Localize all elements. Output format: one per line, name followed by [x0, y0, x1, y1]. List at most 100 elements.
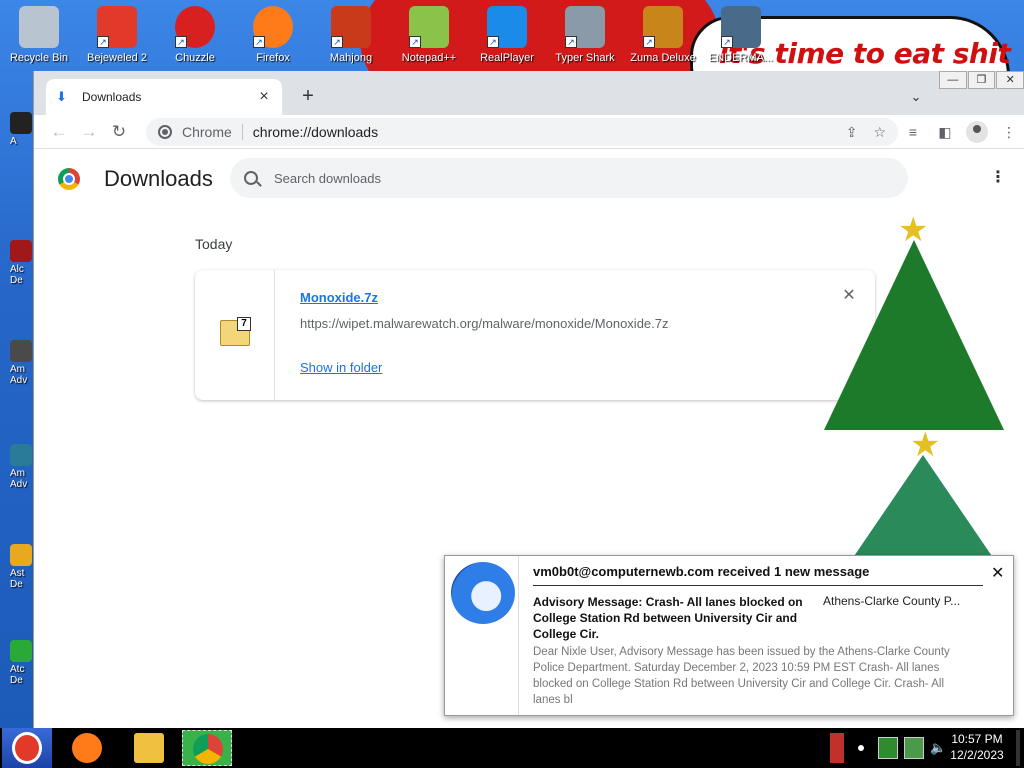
desktop-icon-firefox[interactable]: ↗ Firefox [234, 6, 312, 64]
app-icon [10, 240, 32, 262]
forward-arrow-icon[interactable]: → [74, 118, 104, 146]
christmas-tree-decoration: ★ [824, 211, 1004, 430]
tab-downloads[interactable]: ⬇ Downloads × [46, 79, 282, 115]
desktop-left-icon-1[interactable]: A [10, 112, 34, 160]
desktop-left-icon-2[interactable]: Alc De [10, 240, 34, 288]
realplayer-icon: ↗ [487, 6, 527, 48]
search-input[interactable] [274, 170, 854, 186]
notification-header: vm0b0t@computernewb.com received 1 new m… [533, 564, 870, 579]
desktop-icon-zuma-deluxe[interactable]: ↗ Zuma Deluxe [624, 6, 702, 64]
side-panel-icon[interactable]: ◧ [934, 121, 956, 143]
taskbar: 🔈 10:57 PM 12/2/2023 [0, 728, 1024, 768]
download-filename-link[interactable]: Monoxide.7z [300, 290, 378, 305]
toolbar: ← → ↻ Chrome chrome://downloads ⇪ ☆ ≡ ◧ … [34, 115, 1024, 149]
7z-badge: 7 [237, 317, 251, 331]
desktop-left-icon-6[interactable]: Atc De [10, 640, 34, 688]
new-tab-button[interactable]: + [296, 85, 320, 109]
reading-list-icon[interactable]: ≡ [902, 121, 924, 143]
notification-body: Dear Nixle User, Advisory Message has be… [533, 646, 950, 706]
christmas-tree-decoration-2: ★ [848, 426, 998, 565]
share-icon[interactable]: ⇪ [846, 124, 858, 141]
tab-search-chevron-down-icon[interactable]: ⌄ [904, 85, 928, 109]
app-icon [10, 640, 32, 662]
taskbar-firefox[interactable] [62, 730, 112, 766]
address-bar[interactable]: Chrome chrome://downloads ⇪ ☆ [146, 118, 898, 146]
reload-icon[interactable]: ↻ [104, 118, 134, 146]
enderman-icon: ↗ [721, 6, 761, 48]
desktop-icon-enderman[interactable]: ↗ ENDERMA... [702, 6, 780, 64]
back-arrow-icon[interactable]: ← [44, 118, 74, 146]
star-icon: ★ [910, 426, 941, 464]
show-desktop-button[interactable] [1016, 730, 1020, 766]
desktop-icon-recycle-bin[interactable]: Recycle Bin [0, 6, 78, 64]
firefox-icon [72, 733, 102, 763]
chrome-icon [193, 734, 223, 764]
zuma-deluxe-icon: ↗ [643, 6, 683, 48]
firefox-icon: ↗ [253, 6, 293, 48]
search-icon [244, 171, 258, 185]
desktop-left-icon-5[interactable]: Ast De [10, 544, 34, 592]
tray-indicator [830, 733, 844, 763]
menu-kebab-icon[interactable]: ⋮ [998, 121, 1020, 143]
desktop-left-icon-3[interactable]: Am Adv [10, 340, 34, 388]
minimize-button[interactable]: — [939, 71, 967, 89]
app-icon [10, 544, 32, 566]
notification-close-icon[interactable]: ✕ [991, 563, 1004, 583]
start-button[interactable] [2, 728, 52, 768]
profile-avatar-icon[interactable] [966, 121, 988, 143]
archive-file-icon: 7 [220, 317, 251, 346]
toolbar-right: ≡ ◧ ⋮ [902, 118, 1020, 146]
tab-title: Downloads [82, 90, 142, 104]
maximize-button[interactable]: ❐ [967, 71, 996, 89]
clock-date: 12/2/2023 [950, 748, 1004, 762]
star-icon: ★ [898, 211, 929, 249]
omnibox-url: chrome://downloads [252, 124, 379, 140]
desktop-icon-realplayer[interactable]: ↗ RealPlayer [468, 6, 546, 64]
app-icon [10, 444, 32, 466]
desktop-left-icon-4[interactable]: Am Adv [10, 444, 34, 492]
thunderbird-icon [451, 562, 515, 624]
notification-subject: Advisory Message: Crash- All lanes block… [533, 595, 803, 641]
page-menu-kebab-icon[interactable]: ⋮ [990, 168, 1006, 188]
bookmark-star-icon[interactable]: ☆ [873, 124, 886, 141]
close-window-button[interactable]: ✕ [996, 71, 1024, 89]
tab-close-icon[interactable]: × [256, 88, 272, 106]
bejeweled-icon: ↗ [97, 6, 137, 48]
omnibox-divider [241, 124, 243, 140]
taskbar-chrome[interactable] [182, 730, 232, 766]
mahjong-icon: ↗ [331, 6, 371, 48]
notification-sender: Athens-Clarke County P... [823, 594, 961, 608]
chrome-logo-icon [58, 168, 80, 190]
notification-logo-column [445, 556, 519, 715]
date-section-label: Today [195, 236, 233, 252]
app-icon [10, 112, 32, 134]
notepadpp-icon: ↗ [409, 6, 449, 48]
tray-network-icon[interactable] [904, 737, 924, 759]
desktop-icon-chuzzle[interactable]: ↗ Chuzzle [156, 6, 234, 64]
clock-time: 10:57 PM [951, 732, 1003, 746]
system-tray: 🔈 [830, 728, 946, 768]
omnibox-chip: Chrome [182, 124, 232, 140]
recycle-bin-icon [19, 6, 59, 48]
desktop-icon-typer-shark[interactable]: ↗ Typer Shark [546, 6, 624, 64]
desktop-icon-bejeweled[interactable]: ↗ Bejeweled 2 [78, 6, 156, 64]
mail-notification[interactable]: vm0b0t@computernewb.com received 1 new m… [444, 555, 1014, 716]
taskbar-file-explorer[interactable] [124, 730, 174, 766]
app-icon [10, 340, 32, 362]
show-in-folder-link[interactable]: Show in folder [300, 360, 382, 375]
tray-dot [858, 745, 864, 751]
desktop-icon-notepadpp[interactable]: ↗ Notepad++ [390, 6, 468, 64]
chuzzle-icon: ↗ [175, 6, 215, 48]
chrome-site-icon [158, 125, 172, 139]
search-downloads-box[interactable] [230, 158, 908, 198]
page-title: Downloads [104, 166, 213, 191]
download-url: https://wipet.malwarewatch.org/malware/m… [300, 316, 669, 331]
tab-strip: ⬇ Downloads × + ⌄ [34, 71, 1024, 115]
window-controls: — ❐ ✕ [938, 71, 1024, 91]
desktop-icon-mahjong[interactable]: ↗ Mahjong [312, 6, 390, 64]
file-icon-column: 7 [195, 270, 275, 400]
folder-icon [134, 733, 164, 763]
omnibox-actions: ⇪ ☆ [846, 124, 886, 141]
tray-flag-icon[interactable] [878, 737, 898, 759]
taskbar-clock[interactable]: 10:57 PM 12/2/2023 [944, 731, 1010, 763]
